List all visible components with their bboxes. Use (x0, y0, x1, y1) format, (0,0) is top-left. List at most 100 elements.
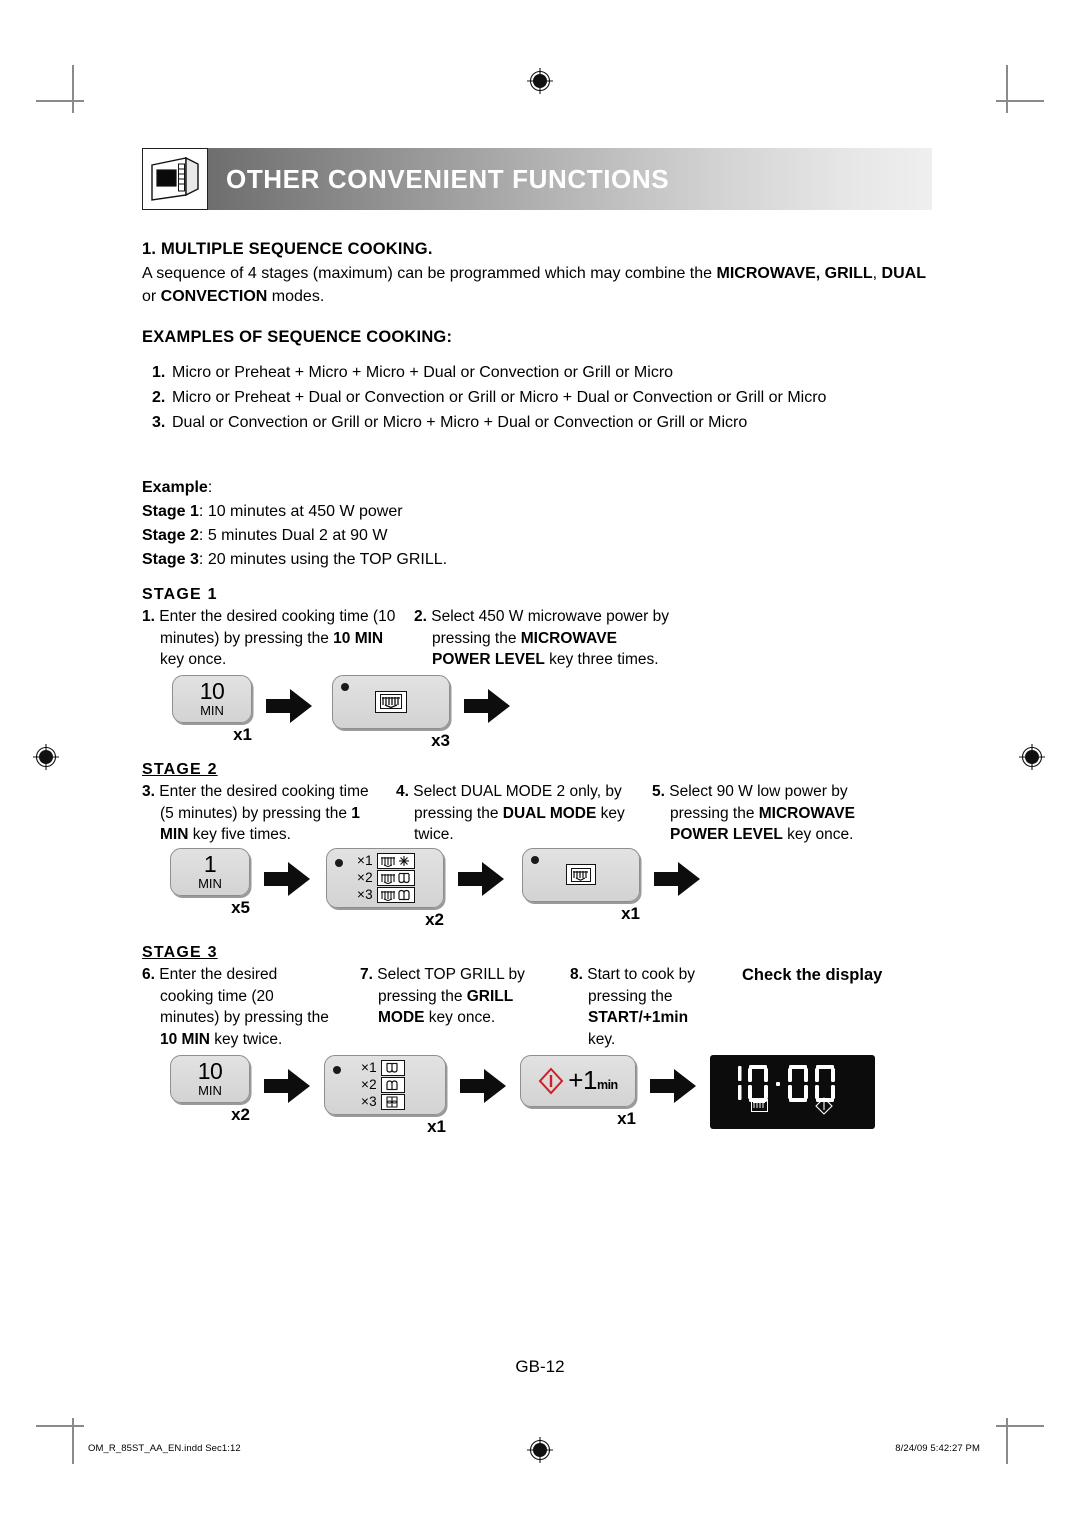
registration-mark-top (527, 68, 553, 94)
step-4: 4. Select DUAL MODE 2 only, by pressing … (396, 781, 634, 846)
footer-filename: OM_R_85ST_AA_EN.indd Sec1:12 (88, 1443, 241, 1454)
key-unit: MIN (198, 875, 222, 891)
step-text-b: key once. (160, 651, 227, 669)
option-label: ×2 (361, 1077, 377, 1093)
key-unit: MIN (198, 1082, 222, 1098)
start-plus-1min-key[interactable]: +1 min (520, 1054, 636, 1107)
example-label-line: Example: (142, 476, 932, 500)
section-paragraph: A sequence of 4 stages (maximum) can be … (142, 263, 932, 308)
step-3: 3. Enter the desired cooking time (5 min… (142, 781, 378, 846)
document-content: OTHER CONVENIENT FUNCTIONS 1. MULTIPLE S… (142, 148, 932, 1137)
step-text-bold: 10 MIN (160, 1031, 210, 1049)
para-d: modes. (267, 287, 325, 305)
page-title: OTHER CONVENIENT FUNCTIONS (226, 163, 670, 194)
dual-mode-key[interactable]: ×1 ×2 ×3 (326, 847, 444, 908)
registration-mark-bottom (527, 1437, 553, 1463)
press-count: x1 (621, 903, 640, 923)
press-count: x1 (233, 724, 252, 744)
microwave-power-level-key[interactable] (332, 674, 450, 729)
example-stage-bold: Stage 1 (142, 502, 199, 520)
key-slot: ×1 ×2 (324, 1054, 446, 1137)
step-text-b: key five times. (188, 826, 291, 844)
stage-3-steps: 6. Enter the desired cooking time (20 mi… (142, 964, 932, 1051)
stage-3-block: STAGE 3 6. Enter the desired cooking tim… (142, 944, 932, 1137)
option-label: ×3 (357, 887, 373, 903)
example-colon: : (207, 478, 213, 496)
start-diamond-icon (814, 1096, 834, 1121)
press-count: x5 (231, 897, 250, 917)
key-slot: 10 MIN x1 (172, 674, 252, 745)
step-5: 5. Select 90 W low power by pressing the… (652, 781, 885, 846)
arrow-right-icon (458, 861, 504, 896)
step-7: 7. Select TOP GRILL by pressing the GRIL… (360, 964, 556, 1029)
stage-3-label: STAGE 3 (142, 943, 218, 961)
key-value: 1 (203, 850, 217, 877)
example-stage-line: Stage 1: 10 minutes at 450 W power (142, 500, 932, 524)
stage-1-label: STAGE 1 (142, 585, 218, 603)
top-grill-icon (380, 1059, 405, 1076)
oven-display (710, 1054, 875, 1129)
micro-top-grill-icon (376, 869, 415, 886)
option-label: ×2 (357, 870, 373, 886)
key-indicator-dot (335, 858, 343, 867)
step-number: 8. (570, 965, 583, 983)
step-text-bold: 10 MIN (333, 629, 384, 647)
examples-section: EXAMPLES OF SEQUENCE COOKING: 1. Micro or… (142, 328, 932, 435)
plus-value: +1 (568, 1065, 597, 1096)
example-stage-rest: : 5 minutes Dual 2 at 90 W (198, 526, 388, 544)
step-6: 6. Enter the desired cooking time (20 mi… (142, 964, 330, 1051)
step-number: 1. (142, 607, 155, 625)
key-slot: 1 MIN x5 (170, 847, 250, 918)
step-number: 5. (652, 782, 665, 800)
option-row: ×1 (357, 852, 415, 869)
example-stage-line: Stage 2: 5 minutes Dual 2 at 90 W (142, 524, 932, 548)
list-item: 2. Micro or Preheat + Dual or Convection … (152, 386, 932, 411)
option-row: ×2 (361, 1076, 405, 1093)
option-row: ×1 (361, 1059, 405, 1076)
key-value: 10 (199, 677, 225, 704)
examples-list: 1. Micro or Preheat + Micro + Micro + Dua… (142, 361, 932, 435)
key-slot: ×1 ×2 (326, 847, 444, 930)
page-canvas: OTHER CONVENIENT FUNCTIONS 1. MULTIPLE S… (0, 0, 1080, 1527)
step-text-a: Enter the desired cooking time (20 minut… (159, 965, 329, 1027)
10-min-key[interactable]: 10 MIN (170, 1054, 250, 1103)
press-count: x1 (427, 1116, 446, 1136)
stage-2-steps: 3. Enter the desired cooking time (5 min… (142, 781, 932, 846)
para-bold-2: DUAL (881, 265, 926, 282)
registration-mark-left (33, 744, 59, 770)
example-stage-rest: : 20 minutes using the TOP GRILL. (198, 550, 448, 568)
footer-timestamp: 8/24/09 5:42:27 PM (895, 1443, 980, 1454)
stage-3-keys: 10 MIN x2 ×1 ×2 ×3 x1 +1 min x1 (142, 1054, 932, 1137)
section-header: OTHER CONVENIENT FUNCTIONS (142, 148, 932, 210)
micro-bottom-grill-icon (376, 886, 415, 903)
step-text-a: Enter the desired cooking time (5 minute… (159, 782, 369, 822)
10-min-key[interactable]: 10 MIN (172, 674, 252, 723)
crop-mark-bl-v (72, 1418, 74, 1464)
key-unit: MIN (200, 702, 224, 718)
stage-2-keys: 1 MIN x5 ×1 ×2 ×3 x2 x1 (142, 847, 932, 930)
microwave-power-level-key[interactable] (522, 847, 640, 902)
key-indicator-dot (341, 682, 349, 691)
step-number: 6. (142, 965, 155, 983)
step-text-b: key. (588, 1031, 616, 1049)
double-grill-icon (380, 1093, 405, 1110)
arrow-right-icon (650, 1068, 696, 1103)
grill-mode-key[interactable]: ×1 ×2 ×3 (324, 1054, 446, 1115)
press-count: x3 (431, 730, 450, 750)
crop-mark-br-h (996, 1425, 1044, 1427)
arrow-right-icon (654, 861, 700, 896)
dual-mode-options: ×1 ×2 ×3 (357, 852, 415, 903)
arrow-right-icon (264, 1068, 310, 1103)
step-number: 7. (360, 965, 373, 983)
start-diamond-icon (538, 1067, 564, 1095)
list-text: Micro or Preheat + Dual or Convection or… (172, 389, 827, 407)
display-slot (710, 1054, 875, 1129)
1-min-key[interactable]: 1 MIN (170, 847, 250, 896)
crop-mark-bl-h (36, 1425, 84, 1427)
step-number: 2. (414, 607, 427, 625)
step-text-b: key once. (424, 1009, 496, 1027)
stage-1-block: STAGE 1 1. Enter the desired cooking tim… (142, 586, 932, 751)
crop-mark-tr-v (1006, 65, 1008, 113)
step-number: 4. (396, 782, 409, 800)
step-8: 8. Start to cook by pressing the START/+… (570, 964, 718, 1051)
